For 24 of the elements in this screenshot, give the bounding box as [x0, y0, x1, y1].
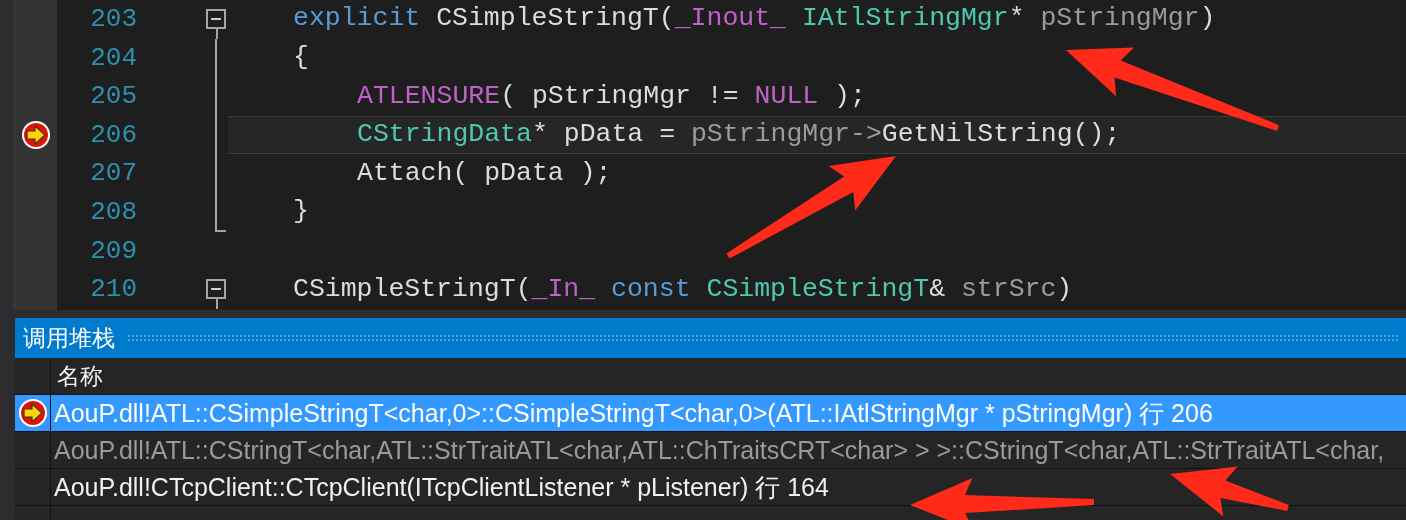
line-number: 210: [89, 273, 137, 307]
call-stack-frame: AouP.dll!CTcpClient::CTcpClient(ITcpClientListener * pListener) 行 164: [51, 469, 832, 505]
code-line: CSimpleStringT(_In_ const CSimpleStringT& strSrc): [293, 272, 1073, 306]
code-line: CStringData* pData = pStringMgr->GetNilString();: [357, 118, 1121, 152]
line-number: 206: [89, 118, 137, 152]
collapse-icon[interactable]: [206, 279, 226, 300]
code-line: explicit CSimpleStringT(_Inout_ IAtlStringMgr* pStringMgr): [293, 2, 1216, 36]
code-line: {: [293, 41, 309, 74]
current-statement-icon: [17, 398, 48, 428]
column-header[interactable]: 名称: [51, 358, 1406, 394]
line-number: 203: [89, 3, 137, 36]
call-stack-row[interactable]: AouP.dll!CTcpClient::CTcpClient(ITcpClientListener * pListener) 行 164: [15, 469, 1406, 506]
panel-title: 调用堆栈: [23, 323, 115, 353]
line-number: 204: [89, 41, 137, 75]
current-statement-icon: [21, 120, 51, 151]
code-line: }: [293, 195, 309, 229]
code-line: ATLENSURE( pStringMgr != NULL );: [357, 79, 866, 113]
line-number: 207: [89, 157, 137, 191]
call-stack-frame: AouP.dll!ATL::CSimpleStringT<char,0>::CSimpleStringT<char,0>(ATL::IAtlStringMgr * pStringMgr) 行 206: [51, 395, 1216, 431]
collapse-icon[interactable]: [206, 9, 226, 30]
line-number: 208: [89, 195, 137, 229]
line-number: 209: [89, 234, 137, 268]
code-line: Attach( pData );: [357, 156, 612, 190]
line-number: 205: [89, 80, 137, 114]
